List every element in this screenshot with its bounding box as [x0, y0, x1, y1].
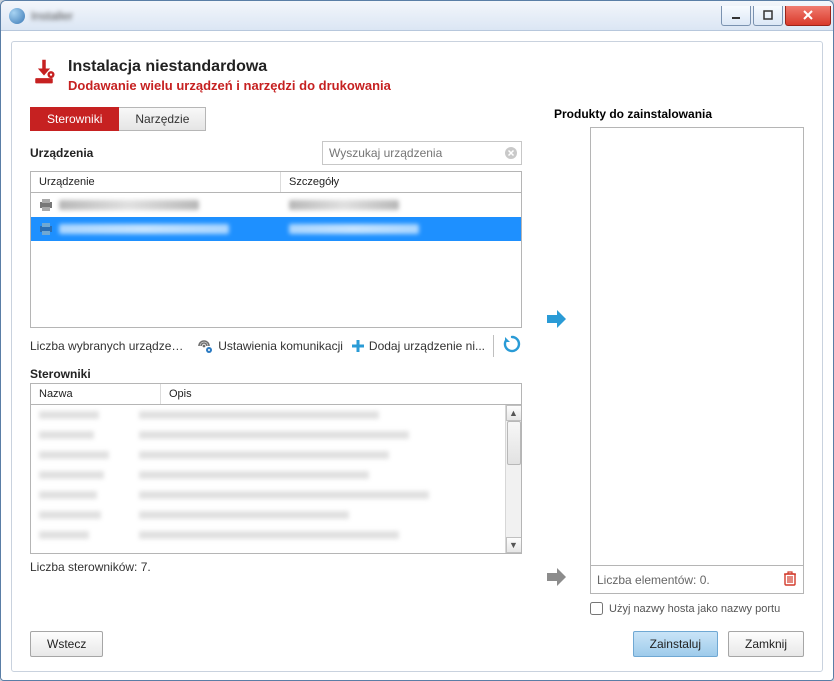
- scroll-thumb[interactable]: [507, 421, 521, 465]
- app-window: Installer Instalacja niestandardowa Doda…: [0, 0, 834, 681]
- arrow-right-icon: [545, 309, 567, 329]
- arrow-right-icon: [545, 567, 567, 587]
- comm-settings-button[interactable]: Ustawienia komunikacji: [196, 338, 343, 354]
- page-subtitle: Dodawanie wielu urządzeń i narzędzi do d…: [68, 78, 391, 93]
- delete-product-button[interactable]: [783, 570, 797, 589]
- col-device[interactable]: Urządzenie: [31, 172, 281, 192]
- scroll-up-button[interactable]: ▲: [506, 405, 522, 421]
- close-button[interactable]: Zamknij: [728, 631, 804, 657]
- titlebar: Installer: [1, 1, 833, 31]
- signal-gear-icon: [196, 338, 214, 354]
- devices-label: Urządzenia: [30, 146, 322, 160]
- close-window-button[interactable]: [785, 6, 831, 26]
- col-desc[interactable]: Opis: [161, 384, 521, 404]
- search-devices-field[interactable]: [322, 141, 522, 165]
- scroll-down-button[interactable]: ▼: [506, 537, 522, 553]
- drivers-label: Sterowniki: [30, 367, 522, 381]
- page-header: Instalacja niestandardowa Dodawanie wiel…: [30, 58, 804, 93]
- install-button[interactable]: Zainstaluj: [633, 631, 718, 657]
- col-name[interactable]: Nazwa: [31, 384, 161, 404]
- separator: [493, 335, 494, 357]
- hostname-checkbox[interactable]: [590, 602, 603, 615]
- minimize-button[interactable]: [721, 6, 751, 26]
- table-row[interactable]: [31, 425, 521, 445]
- add-driver-button[interactable]: [545, 567, 567, 592]
- table-row-selected[interactable]: [31, 217, 521, 241]
- printer-icon: [39, 223, 53, 235]
- hostname-checkbox-row[interactable]: Użyj nazwy hosta jako nazwy portu: [590, 602, 804, 615]
- scrollbar[interactable]: ▲ ▼: [505, 405, 521, 553]
- add-to-products-button[interactable]: [545, 309, 567, 334]
- products-list[interactable]: [590, 127, 804, 566]
- table-row[interactable]: [31, 505, 521, 525]
- table-row[interactable]: [31, 485, 521, 505]
- tab-tools[interactable]: Narzędzie: [119, 107, 206, 131]
- search-input[interactable]: [323, 146, 501, 160]
- table-row[interactable]: [31, 405, 521, 425]
- install-icon: [30, 58, 58, 86]
- hostname-checkbox-label: Użyj nazwy hosta jako nazwy portu: [609, 603, 780, 615]
- table-row[interactable]: [31, 525, 521, 545]
- table-row[interactable]: [31, 445, 521, 465]
- table-row[interactable]: [31, 193, 521, 217]
- col-details[interactable]: Szczegóły: [281, 172, 521, 192]
- trash-icon: [783, 570, 797, 586]
- clear-search-icon[interactable]: [501, 143, 521, 163]
- maximize-button[interactable]: [753, 6, 783, 26]
- tabs: Sterowniki Narzędzie: [30, 107, 522, 131]
- devices-table: Urządzenie Szczegóły: [30, 171, 522, 328]
- drivers-count: Liczba sterowników: 7.: [30, 560, 522, 574]
- window-title: Installer: [31, 9, 721, 23]
- tab-drivers[interactable]: Sterowniki: [30, 107, 119, 131]
- products-count: Liczba elementów: 0.: [597, 573, 710, 587]
- printer-icon: [39, 199, 53, 211]
- selected-devices-count: Liczba wybranych urządzeń: 1 z...: [30, 339, 188, 353]
- plus-icon: [351, 339, 365, 353]
- add-device-button[interactable]: Dodaj urządzenie ni...: [351, 339, 485, 353]
- app-icon: [9, 8, 25, 24]
- products-label: Produkty do zainstalowania: [554, 107, 804, 121]
- refresh-button[interactable]: [502, 334, 522, 357]
- page-title: Instalacja niestandardowa: [68, 58, 391, 76]
- back-button[interactable]: Wstecz: [30, 631, 103, 657]
- refresh-icon: [502, 334, 522, 354]
- table-row[interactable]: [31, 465, 521, 485]
- drivers-table: Nazwa Opis ▲: [30, 383, 522, 554]
